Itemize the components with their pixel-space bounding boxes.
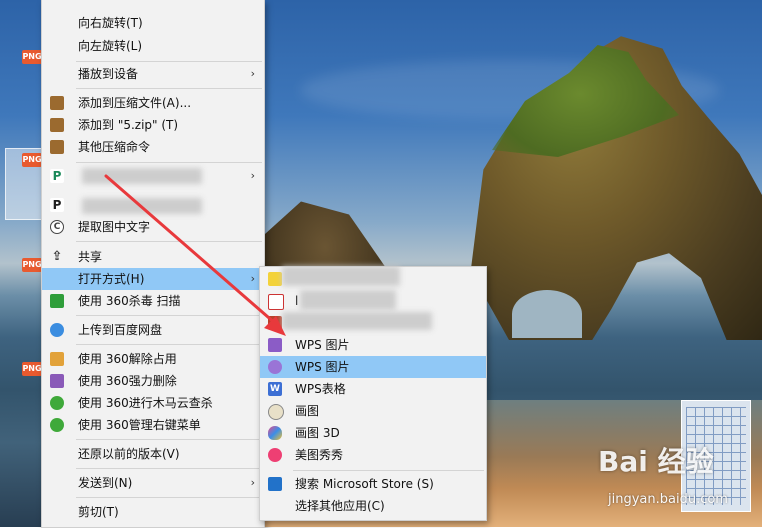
baidu-jingyan-watermark: Bai 经验 [598,445,714,478]
watermark-url: jingyan.baidu.com [608,492,728,507]
arrow-head [264,316,286,336]
arrow-shaft [104,174,278,326]
